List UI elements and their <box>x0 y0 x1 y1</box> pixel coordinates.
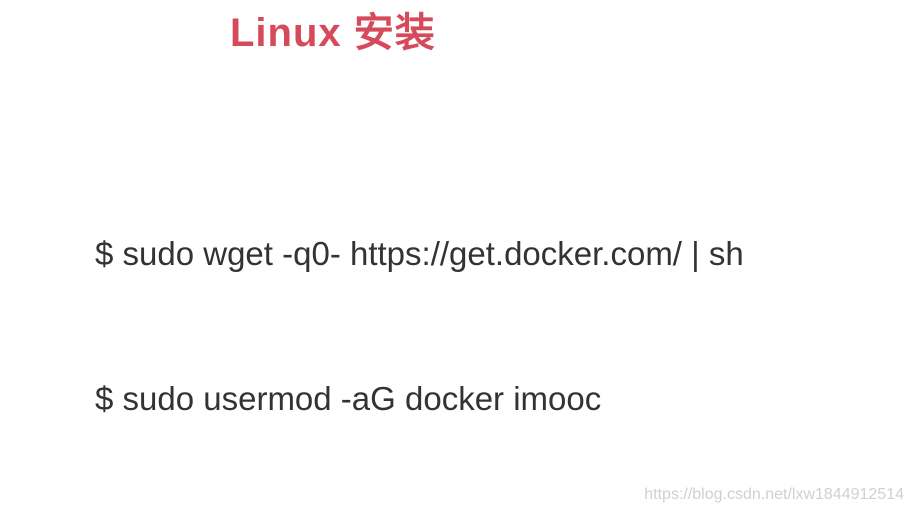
command-line-2: $ sudo usermod -aG docker imooc <box>95 380 601 418</box>
command-line-1: $ sudo wget -q0- https://get.docker.com/… <box>95 235 744 273</box>
page-title: Linux 安装 <box>230 0 436 58</box>
watermark-text: https://blog.csdn.net/lxw1844912514 <box>644 486 904 504</box>
